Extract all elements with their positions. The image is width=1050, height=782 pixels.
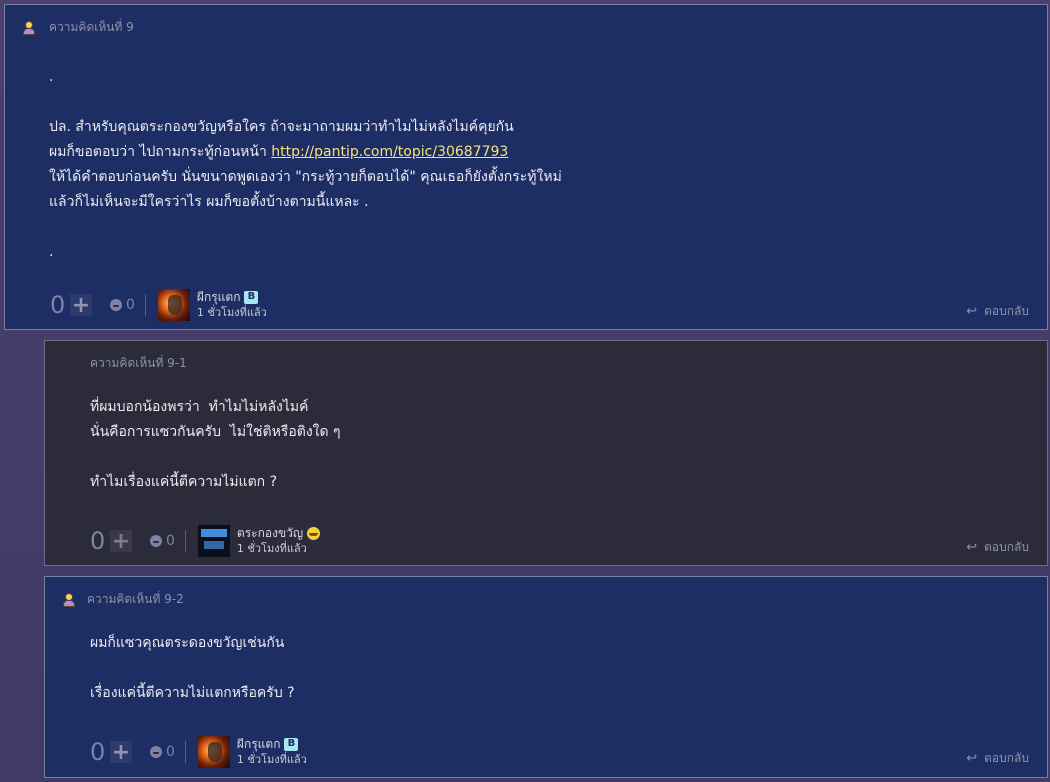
divider <box>184 530 186 552</box>
comment-body: . ปล. สำหรับคุณตระกองขวัญหรือใคร ถ้าจะมา… <box>49 65 562 265</box>
comment-body: ที่ผมบอกน้องพรว่า ทำไมไม่หลังไมค์ นั่นคื… <box>90 395 341 495</box>
comment-9-2: ความคิดเห็นที่ 9-2 ผมก็แซวคุณตระดองขวัญเ… <box>44 576 1048 778</box>
comment-footer: 0 + 0 ผีกรุแตก B 1 ชั่วโมงที่แล้ว <box>50 289 267 321</box>
divider <box>144 294 146 316</box>
member-badge: B <box>244 290 259 304</box>
comment-footer: 0 + 0 ผีกรุแตก B 1 ชั่วโมงที่แล้ว <box>90 736 307 768</box>
comment-body: ผมก็แซวคุณตระดองขวัญเช่นกัน เรื่องแค่นี้… <box>90 631 295 706</box>
vote-score: 0 <box>90 738 106 766</box>
plus-icon[interactable]: + <box>110 529 132 554</box>
comment-line: . <box>49 69 54 85</box>
divider <box>184 741 186 763</box>
comment-line: ทำไมเรื่องแค่นี้ตีความไม่แตก ? <box>90 474 278 490</box>
comment-header: ความคิดเห็นที่ 9-1 <box>90 355 187 371</box>
emotion-icon <box>150 746 162 758</box>
timestamp: 1 ชั่วโมงที่แล้ว <box>196 306 267 319</box>
timestamp: 1 ชั่วโมงที่แล้ว <box>236 542 307 555</box>
emotion-count: 0 <box>126 297 135 313</box>
avatar[interactable] <box>197 736 230 768</box>
emotion-button[interactable]: 0 <box>110 297 135 313</box>
user-info: ผีกรุแตก B 1 ชั่วโมงที่แล้ว <box>197 290 267 320</box>
comment-header: ความคิดเห็นที่ 9-2 <box>61 591 184 607</box>
comment-footer: 0 + 0 ตระกองขวัญ 1 ชั่วโมงที่แล้ว <box>90 525 321 557</box>
emotion-button[interactable]: 0 <box>150 744 175 760</box>
reply-button[interactable]: ↩ ตอบกลับ <box>966 302 1029 321</box>
reply-icon: ↩ <box>966 540 978 555</box>
comment-line: เรื่องแค่นี้ตีความไม่แตกหรือครับ ? <box>90 685 295 701</box>
emotion-button[interactable]: 0 <box>150 533 175 549</box>
username-link[interactable]: ผีกรุแตก <box>237 737 281 751</box>
comment-line: . <box>49 244 54 260</box>
comment-line: ที่ผมบอกน้องพรว่า ทำไมไม่หลังไมค์ <box>90 399 309 415</box>
topic-link[interactable]: http://pantip.com/topic/30687793 <box>271 144 508 160</box>
comment-9-1: ความคิดเห็นที่ 9-1 ที่ผมบอกน้องพรว่า ทำไ… <box>44 340 1048 566</box>
comment-number: ความคิดเห็นที่ 9-1 <box>90 355 187 370</box>
comment-line: ปล. สำหรับคุณตระกองขวัญหรือใคร ถ้าจะมาถา… <box>49 119 514 135</box>
user-icon <box>61 592 75 607</box>
emotion-icon <box>110 299 122 311</box>
member-badge: B <box>284 737 299 751</box>
user-info: ตระกองขวัญ 1 ชั่วโมงที่แล้ว <box>236 526 321 556</box>
comment-number: ความคิดเห็นที่ 9 <box>49 19 134 34</box>
comment-line: ผมก็ขอตอบว่า ไปถามกระทู้ก่อนหน้า <box>49 144 272 160</box>
user-info: ผีกรุแตก B 1 ชั่วโมงที่แล้ว <box>237 737 307 767</box>
reply-button[interactable]: ↩ ตอบกลับ <box>966 538 1029 557</box>
comment-number: ความคิดเห็นที่ 9-2 <box>87 591 184 606</box>
emotion-icon <box>150 535 162 547</box>
comment-line: นั่นคือการแซวกันครับ ไม่ใช่ติหรือติงใด ๆ <box>90 424 341 440</box>
avatar[interactable] <box>197 525 230 557</box>
comment-9: ความคิดเห็นที่ 9 . ปล. สำหรับคุณตระกองขว… <box>4 4 1048 330</box>
reply-icon: ↩ <box>966 304 978 319</box>
plus-icon[interactable]: + <box>110 740 132 765</box>
reply-icon: ↩ <box>966 751 978 766</box>
emotion-count: 0 <box>166 744 175 760</box>
plus-icon[interactable]: + <box>70 293 92 318</box>
avatar[interactable] <box>157 289 190 321</box>
comment-line: ผมก็แซวคุณตระดองขวัญเช่นกัน <box>90 635 285 651</box>
emotion-count: 0 <box>166 533 175 549</box>
timestamp: 1 ชั่วโมงที่แล้ว <box>236 753 307 766</box>
vote-score: 0 <box>50 291 66 319</box>
reply-label: ตอบกลับ <box>984 540 1029 554</box>
username-link[interactable]: ผีกรุแตก <box>197 290 241 304</box>
reply-label: ตอบกลับ <box>984 751 1029 765</box>
comment-line: ให้ได้คำตอบก่อนครับ นั่นขนาดพูดเองว่า "ก… <box>49 169 562 185</box>
comment-header: ความคิดเห็นที่ 9 <box>21 19 134 35</box>
username-link[interactable]: ตระกองขวัญ <box>237 526 303 540</box>
reply-label: ตอบกลับ <box>984 304 1029 318</box>
smiley-icon <box>307 526 321 540</box>
comment-line: แล้วก็ไม่เห็นจะมีใครว่าไร ผมก็ขอตั้งบ้าง… <box>49 194 369 210</box>
vote-score: 0 <box>90 527 106 555</box>
reply-button[interactable]: ↩ ตอบกลับ <box>966 749 1029 768</box>
user-icon <box>21 20 35 35</box>
